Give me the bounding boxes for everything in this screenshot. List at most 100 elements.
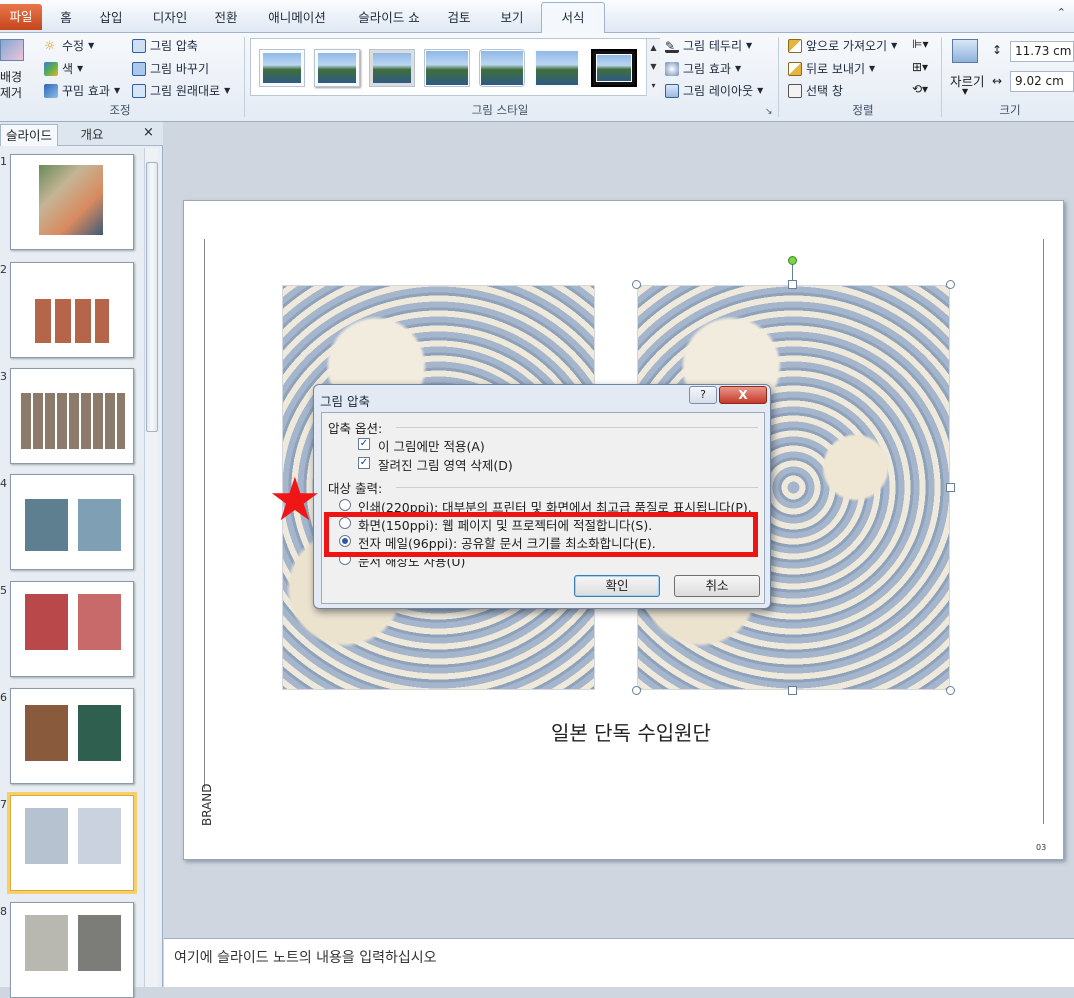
- bring-forward-label: 앞으로 가져오기: [806, 39, 888, 53]
- tab-design[interactable]: 디자인: [145, 6, 195, 33]
- tab-transitions[interactable]: 전환: [207, 6, 245, 33]
- picture-style-2[interactable]: [314, 49, 360, 87]
- pen-icon: ✎: [665, 39, 679, 53]
- delete-cropped-checkbox[interactable]: ✓: [358, 457, 370, 469]
- align-icon[interactable]: ⊫▾: [912, 37, 928, 51]
- artistic-effects-icon: [44, 83, 58, 98]
- resize-handle[interactable]: [946, 280, 955, 289]
- height-field[interactable]: 11.73 cm: [1010, 41, 1074, 62]
- slide-caption[interactable]: 일본 단독 수입원단: [551, 717, 711, 746]
- reset-picture-button[interactable]: 그림 원래대로 ▼: [132, 82, 230, 99]
- print-radio[interactable]: [339, 499, 351, 511]
- resize-handle[interactable]: [946, 686, 955, 695]
- delete-cropped-label[interactable]: 잘려진 그림 영역 삭제(D): [378, 455, 513, 474]
- slide-thumbnail-4[interactable]: [10, 474, 134, 570]
- resize-handle[interactable]: [788, 686, 797, 695]
- help-icon[interactable]: ?: [689, 386, 717, 404]
- slide-thumbnail-6[interactable]: [10, 688, 134, 784]
- slide-thumbnail-3[interactable]: [10, 368, 134, 464]
- gallery-more-icon[interactable]: ▾: [646, 77, 660, 96]
- artistic-effects-button[interactable]: 꾸밈 효과 ▼: [44, 82, 120, 99]
- change-picture-icon: [132, 61, 146, 76]
- gallery-down-icon[interactable]: ▼: [646, 58, 660, 77]
- send-backward-button[interactable]: 뒤로 보내기 ▼: [788, 60, 875, 77]
- crop-icon[interactable]: [952, 39, 978, 63]
- scrollbar-thumb[interactable]: [146, 162, 158, 432]
- resize-handle[interactable]: [632, 280, 641, 289]
- remove-background-label-1[interactable]: 배경: [0, 68, 22, 85]
- tab-view[interactable]: 보기: [493, 6, 531, 33]
- picture-effects-button[interactable]: 그림 효과 ▼: [665, 60, 741, 77]
- tab-animations[interactable]: 애니메이션: [262, 6, 332, 33]
- height-icon: ↕: [992, 43, 1003, 57]
- tab-file[interactable]: 파일: [0, 4, 42, 30]
- dropdown-arrow-icon[interactable]: ▼: [962, 87, 968, 96]
- cancel-button[interactable]: 취소: [674, 575, 760, 597]
- rotate-icon[interactable]: ⟲▾: [912, 82, 928, 96]
- size-group-label: 크기: [999, 103, 1021, 117]
- tab-outline[interactable]: 개요: [62, 124, 122, 146]
- star-icon: ★: [268, 465, 322, 535]
- tab-home[interactable]: 홈: [52, 6, 80, 33]
- slides-pane: 슬라이드 개요 × 1 2 3 4 5 6 7 8: [0, 122, 163, 998]
- selection-pane-button[interactable]: 선택 창: [788, 82, 843, 99]
- picture-border-button[interactable]: ✎ 그림 테두리 ▼: [665, 37, 752, 54]
- corrections-button[interactable]: ☼ 수정 ▼: [44, 37, 94, 54]
- slides-scrollbar[interactable]: [144, 148, 158, 987]
- gallery-up-icon[interactable]: ▲: [646, 39, 660, 58]
- dropdown-arrow-icon: ▼: [746, 41, 753, 50]
- picture-style-6[interactable]: [534, 49, 580, 87]
- tab-slideshow[interactable]: 슬라이드 쇼: [349, 6, 429, 33]
- slide-thumbnail-8[interactable]: [10, 902, 134, 998]
- slide-number: 7: [0, 798, 7, 811]
- close-icon[interactable]: ×: [143, 125, 154, 140]
- compress-label: 그림 압축: [150, 39, 198, 53]
- slide-thumbnail-2[interactable]: [10, 262, 134, 358]
- picture-style-3[interactable]: [369, 49, 415, 87]
- notes-pane[interactable]: 여기에 슬라이드 노트의 내용을 입력하십시오: [164, 938, 1074, 987]
- slide-thumbnail-5[interactable]: [10, 581, 134, 677]
- color-button[interactable]: 색 ▼: [44, 60, 83, 77]
- tab-format[interactable]: 서식: [541, 2, 605, 34]
- resize-handle[interactable]: [788, 280, 797, 289]
- picture-layout-button[interactable]: 그림 레이아웃 ▼: [665, 82, 763, 99]
- slide-thumbnail-7[interactable]: [7, 792, 137, 894]
- close-button[interactable]: X: [719, 386, 767, 404]
- picture-styles-group-label: 그림 스타일: [471, 103, 529, 117]
- resize-handle[interactable]: [632, 686, 641, 695]
- picture-style-4[interactable]: [424, 49, 470, 87]
- change-picture-button[interactable]: 그림 바꾸기: [132, 60, 209, 77]
- width-icon: ↔: [992, 74, 1003, 88]
- width-field[interactable]: 9.02 cm: [1010, 71, 1074, 92]
- dropdown-arrow-icon: ▼: [88, 41, 95, 50]
- remove-background-label-2[interactable]: 제거: [0, 84, 22, 101]
- apply-only-label[interactable]: 이 그림에만 적용(A): [378, 436, 485, 455]
- tab-slides[interactable]: 슬라이드: [0, 124, 58, 146]
- chevron-up-icon[interactable]: ⌃: [1057, 6, 1066, 19]
- dialog-launcher-icon[interactable]: ↘: [765, 107, 773, 117]
- remove-background-icon[interactable]: [0, 39, 24, 61]
- highlight-box: [324, 512, 758, 557]
- compress-pictures-button[interactable]: 그림 압축: [132, 37, 198, 54]
- picture-style-5[interactable]: [479, 49, 525, 87]
- tab-review[interactable]: 검토: [440, 6, 478, 33]
- group-icon[interactable]: ⊞▾: [912, 60, 928, 74]
- dropdown-arrow-icon: ▼: [734, 64, 742, 73]
- selection-pane-label: 선택 창: [806, 84, 843, 98]
- apply-only-checkbox[interactable]: ✓: [358, 438, 370, 450]
- resize-handle[interactable]: [946, 483, 955, 492]
- tab-insert[interactable]: 삽입: [94, 6, 128, 33]
- picture-styles-gallery[interactable]: ▲ ▼ ▾: [250, 38, 660, 96]
- dialog-title: 그림 압축: [320, 394, 370, 409]
- bring-forward-button[interactable]: 앞으로 가져오기 ▼: [788, 37, 897, 54]
- dropdown-arrow-icon: ▼: [224, 86, 231, 95]
- selection-pane-icon: [788, 83, 802, 98]
- picture-style-7[interactable]: [591, 49, 637, 87]
- ok-button[interactable]: 확인: [574, 575, 660, 597]
- color-label: 색: [62, 62, 74, 76]
- slide-thumbnail-1[interactable]: [10, 154, 134, 250]
- rotation-handle[interactable]: [788, 256, 797, 265]
- picture-style-1[interactable]: [259, 49, 305, 87]
- dropdown-arrow-icon: ▼: [869, 64, 876, 73]
- slides-pane-tabs: 슬라이드 개요 ×: [0, 122, 163, 146]
